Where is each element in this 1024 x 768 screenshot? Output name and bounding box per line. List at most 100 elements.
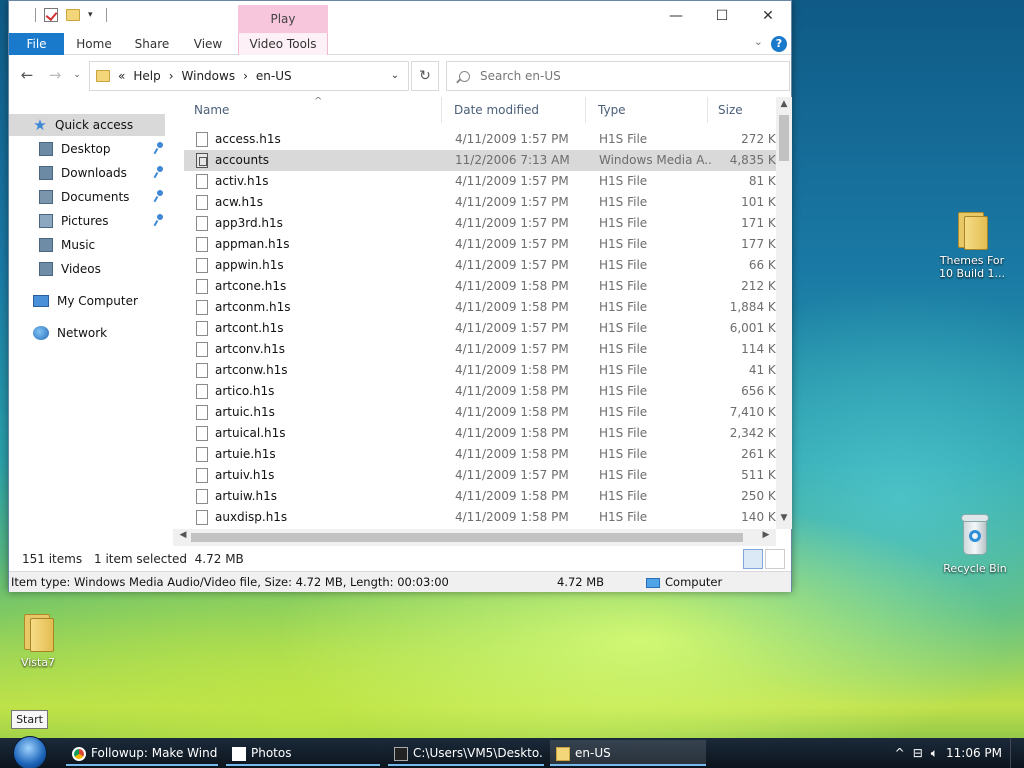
- recent-locations-chevron-icon[interactable]: ⌄: [65, 65, 89, 85]
- column-header-label: Name: [194, 103, 230, 117]
- help-button[interactable]: ?: [771, 36, 787, 52]
- customize-toolbar-chevron-icon[interactable]: ▾: [88, 10, 98, 20]
- nav-item-videos[interactable]: Videos: [9, 258, 165, 280]
- vertical-scrollbar[interactable]: ▲ ▼: [776, 97, 792, 529]
- nav-item-label: Music: [61, 238, 96, 252]
- scroll-right-icon[interactable]: ▶: [759, 530, 773, 545]
- file-row[interactable]: artconv.h1s 4/11/2009 1:57 PM H1S File 114 …: [184, 339, 784, 360]
- new-folder-icon[interactable]: [66, 9, 80, 21]
- file-list: Name ^ Date modified Type Size access.h1…: [184, 97, 792, 529]
- file-row[interactable]: auxdisp.h1s 4/11/2009 1:58 PM H1S File 140 …: [184, 507, 784, 528]
- file-row[interactable]: access.h1s 4/11/2009 1:57 PM H1S File 272 K…: [184, 129, 784, 150]
- expand-ribbon-chevron-icon[interactable]: ⌄: [754, 35, 763, 48]
- show-hidden-icons-chevron-icon[interactable]: ^: [895, 746, 905, 760]
- nav-item-pictures[interactable]: Pictures: [9, 210, 165, 232]
- nav-item-quick-access[interactable]: ★ Quick access: [9, 114, 165, 136]
- minimize-button[interactable]: —: [653, 1, 699, 31]
- tab-view[interactable]: View: [185, 33, 231, 55]
- search-box[interactable]: Search en-US: [446, 61, 790, 91]
- horizontal-scrollbar[interactable]: ◀ ▶: [173, 529, 776, 546]
- network-icon[interactable]: ⊟: [913, 746, 923, 760]
- column-header-type[interactable]: Type: [590, 97, 708, 123]
- file-date-modified: 4/11/2009 1:57 PM: [455, 195, 569, 209]
- file-row[interactable]: artuiv.h1s 4/11/2009 1:57 PM H1S File 511 K…: [184, 465, 784, 486]
- clock[interactable]: 11:06 PM: [946, 746, 1002, 760]
- properties-icon[interactable]: [44, 8, 58, 22]
- back-button[interactable]: ←: [15, 65, 39, 85]
- volume-icon[interactable]: 🔈︎: [931, 746, 938, 761]
- file-row[interactable]: artcone.h1s 4/11/2009 1:58 PM H1S File 212 …: [184, 276, 784, 297]
- file-size: 6,001 KB: [729, 321, 784, 335]
- file-row[interactable]: artico.h1s 4/11/2009 1:58 PM H1S File 656 K…: [184, 381, 784, 402]
- column-header-name[interactable]: Name ^: [184, 97, 442, 123]
- breadcrumb-separator[interactable]: ›: [169, 69, 174, 83]
- close-button[interactable]: ✕: [745, 1, 791, 31]
- nav-item-desktop[interactable]: Desktop: [9, 138, 165, 160]
- file-row[interactable]: activ.h1s 4/11/2009 1:57 PM H1S File 81 KB: [184, 171, 784, 192]
- taskbar-item-en-us[interactable]: en-US: [550, 740, 706, 766]
- scroll-left-icon[interactable]: ◀: [176, 530, 190, 545]
- file-row[interactable]: artconm.h1s 4/11/2009 1:58 PM H1S File 1,88…: [184, 297, 784, 318]
- address-dropdown-chevron-icon[interactable]: ⌄: [382, 62, 408, 90]
- taskbar-item-chrome[interactable]: Followup: Make Wind...: [66, 740, 218, 766]
- documents-icon: [39, 190, 53, 204]
- column-header-date-modified[interactable]: Date modified: [446, 97, 586, 123]
- tab-file[interactable]: File: [9, 33, 64, 55]
- file-row[interactable]: appwin.h1s 4/11/2009 1:57 PM H1S File 66 KB: [184, 255, 784, 276]
- large-icons-view-icon[interactable]: [765, 549, 785, 569]
- file-row[interactable]: appman.h1s 4/11/2009 1:57 PM H1S File 177 K…: [184, 234, 784, 255]
- desktop-icon-vista7-folder[interactable]: Vista7: [0, 612, 78, 669]
- scroll-up-icon[interactable]: ▲: [776, 99, 792, 113]
- nav-item-my-computer[interactable]: My Computer: [9, 290, 165, 312]
- file-row[interactable]: artuical.h1s 4/11/2009 1:58 PM H1S File 2,3…: [184, 423, 784, 444]
- nav-item-label: Pictures: [61, 214, 109, 228]
- nav-item-music[interactable]: Music: [9, 234, 165, 256]
- breadcrumb-overflow[interactable]: «: [118, 69, 125, 83]
- tab-share[interactable]: Share: [127, 33, 177, 55]
- maximize-button[interactable]: ☐: [699, 1, 745, 31]
- desktop-icon-label: Vista7: [20, 656, 56, 669]
- taskbar-item-command-prompt[interactable]: C:\Users\VM5\Deskto...: [388, 740, 544, 766]
- scroll-down-icon[interactable]: ▼: [776, 513, 792, 527]
- column-header-size[interactable]: Size: [712, 97, 784, 123]
- file-icon: [196, 384, 208, 399]
- pin-icon: [153, 142, 165, 154]
- file-date-modified: 4/11/2009 1:57 PM: [455, 321, 569, 335]
- file-row[interactable]: artcont.h1s 4/11/2009 1:57 PM H1S File 6,00…: [184, 318, 784, 339]
- address-bar[interactable]: « Help › Windows › en-US ⌄: [89, 61, 409, 91]
- scrollbar-thumb[interactable]: [191, 533, 743, 542]
- address-row: ← → ⌄ « Help › Windows › en-US ⌄ ↻ Searc…: [9, 57, 791, 95]
- file-row[interactable]: artconw.h1s 4/11/2009 1:58 PM H1S File 41 K…: [184, 360, 784, 381]
- file-row[interactable]: accounts 11/2/2006 7:13 AM Windows Media A…: [184, 150, 784, 171]
- scrollbar-thumb[interactable]: [779, 115, 789, 161]
- breadcrumb-help[interactable]: Help: [133, 69, 160, 83]
- file-row[interactable]: app3rd.h1s 4/11/2009 1:57 PM H1S File 171 K…: [184, 213, 784, 234]
- taskbar: Followup: Make Wind... Photos C:\Users\V…: [0, 736, 1024, 768]
- file-row[interactable]: artuie.h1s 4/11/2009 1:58 PM H1S File 261 K…: [184, 444, 784, 465]
- forward-button[interactable]: →: [43, 65, 67, 85]
- breadcrumb-windows[interactable]: Windows: [182, 69, 236, 83]
- photos-icon: [232, 746, 246, 761]
- nav-item-downloads[interactable]: Downloads: [9, 162, 165, 184]
- show-desktop-button[interactable]: [1010, 738, 1016, 768]
- title-bar[interactable]: ▾ Play — ☐ ✕: [9, 1, 791, 33]
- desktop-icon-themes-folder[interactable]: Themes For 10 Build 1...: [932, 210, 1012, 280]
- breadcrumb-en-us[interactable]: en-US: [256, 69, 292, 83]
- taskbar-item-photos[interactable]: Photos: [226, 740, 380, 766]
- file-date-modified: 4/11/2009 1:58 PM: [455, 426, 569, 440]
- tab-home[interactable]: Home: [69, 33, 119, 55]
- details-view-icon[interactable]: [743, 549, 763, 569]
- file-size: 101 KB: [741, 195, 784, 209]
- refresh-button[interactable]: ↻: [411, 61, 439, 91]
- start-button[interactable]: [10, 736, 50, 768]
- tab-video-tools[interactable]: Video Tools: [238, 33, 328, 55]
- search-input[interactable]: Search en-US: [480, 69, 561, 83]
- desktop-icon-recycle-bin[interactable]: Recycle Bin: [935, 512, 1015, 575]
- file-row[interactable]: acw.h1s 4/11/2009 1:57 PM H1S File 101 KB: [184, 192, 784, 213]
- nav-item-documents[interactable]: Documents: [9, 186, 165, 208]
- taskbar-item-label: Followup: Make Wind...: [91, 746, 218, 760]
- file-row[interactable]: artuiw.h1s 4/11/2009 1:58 PM H1S File 250 K…: [184, 486, 784, 507]
- breadcrumb-separator[interactable]: ›: [243, 69, 248, 83]
- nav-item-network[interactable]: Network: [9, 322, 165, 344]
- file-row[interactable]: artuic.h1s 4/11/2009 1:58 PM H1S File 7,410…: [184, 402, 784, 423]
